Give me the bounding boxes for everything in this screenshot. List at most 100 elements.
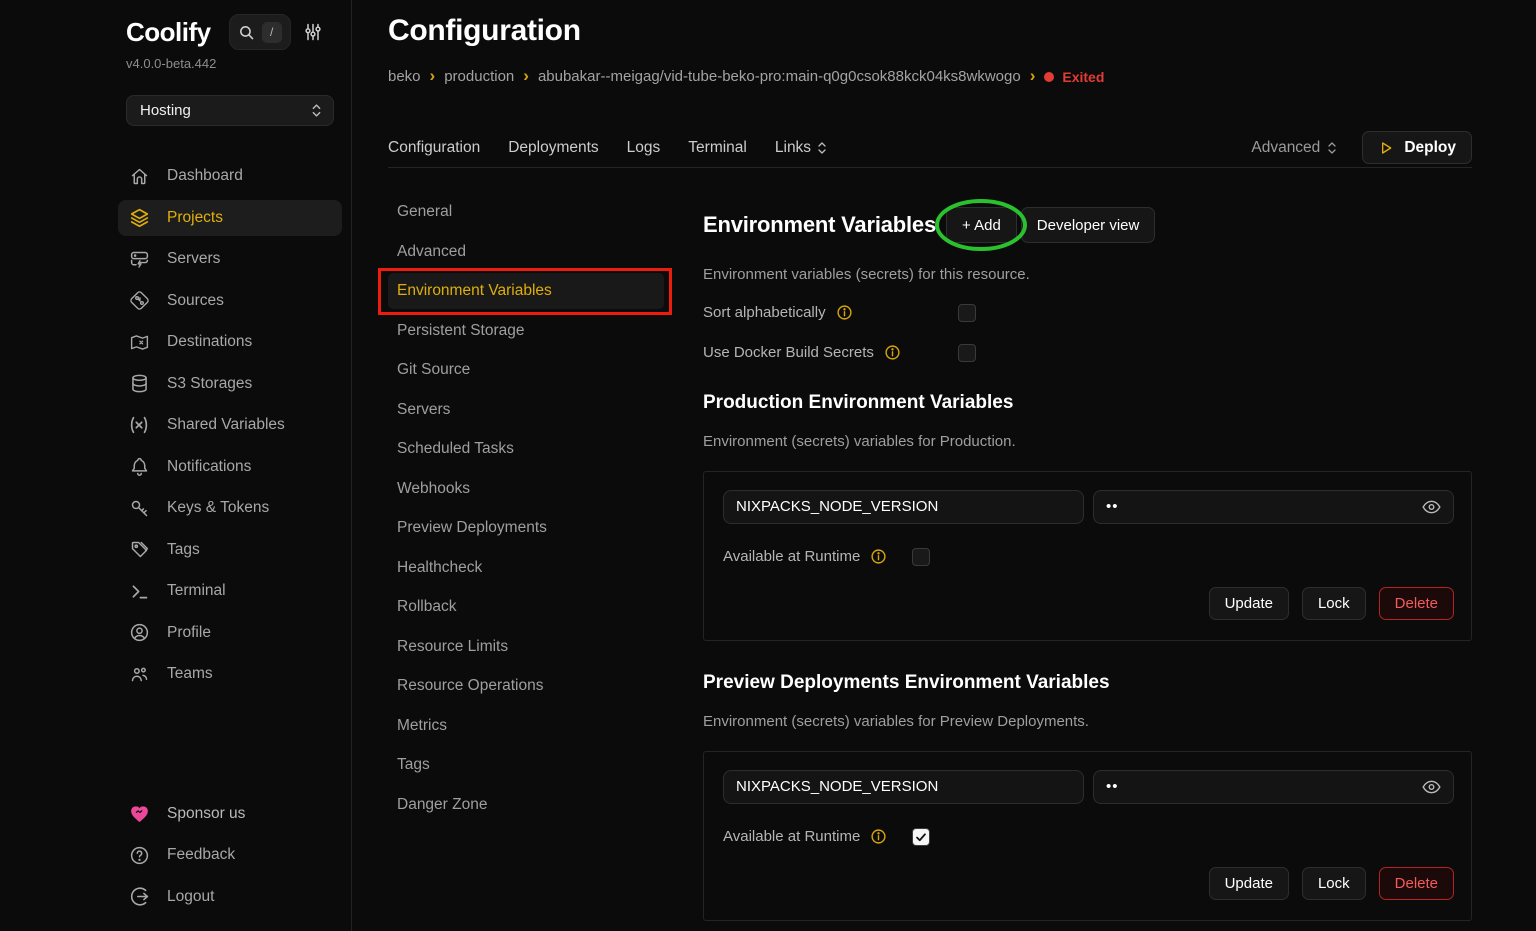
variable-name-input[interactable] bbox=[723, 490, 1084, 524]
tab-configuration[interactable]: Configuration bbox=[388, 139, 480, 157]
sidebar-item-label: Dashboard bbox=[167, 167, 243, 185]
info-icon[interactable] bbox=[884, 344, 901, 361]
sidebar-item-s3-storages[interactable]: S3 Storages bbox=[118, 366, 342, 402]
delete-button[interactable]: Delete bbox=[1379, 587, 1454, 620]
info-icon[interactable] bbox=[836, 304, 853, 321]
tab-deployments[interactable]: Deployments bbox=[508, 139, 598, 157]
sort-alphabetically-checkbox[interactable] bbox=[958, 304, 976, 322]
sidebar-item-sources[interactable]: Sources bbox=[118, 283, 342, 319]
variable-name-input[interactable] bbox=[723, 770, 1084, 804]
docker-build-secrets-label: Use Docker Build Secrets bbox=[703, 344, 874, 361]
variable-value-input[interactable] bbox=[1093, 770, 1454, 804]
variable-value-input[interactable] bbox=[1093, 490, 1454, 524]
subnav-danger-zone[interactable]: Danger Zone bbox=[388, 787, 664, 823]
sidebar-item-sponsor[interactable]: Sponsor us bbox=[118, 796, 342, 832]
available-at-runtime-checkbox[interactable] bbox=[912, 548, 930, 566]
sidebar-item-dashboard[interactable]: Dashboard bbox=[118, 158, 342, 194]
settings-sliders-icon[interactable] bbox=[303, 22, 323, 42]
update-button[interactable]: Update bbox=[1209, 867, 1289, 900]
subnav-label: Persistent Storage bbox=[397, 322, 525, 340]
map-icon bbox=[128, 331, 150, 353]
subnav-label: Resource Limits bbox=[397, 638, 508, 656]
tab-links[interactable]: Links bbox=[775, 139, 828, 157]
info-icon[interactable] bbox=[870, 828, 887, 845]
sidebar-item-keys-tokens[interactable]: Keys & Tokens bbox=[118, 490, 342, 526]
sidebar-item-profile[interactable]: Profile bbox=[118, 615, 342, 651]
subnav-metrics[interactable]: Metrics bbox=[388, 708, 664, 744]
sidebar-item-label: Projects bbox=[167, 209, 223, 227]
advanced-dropdown[interactable]: Advanced bbox=[1251, 139, 1338, 157]
preview-section-title: Preview Deployments Environment Variable… bbox=[703, 672, 1472, 694]
subnav-environment-variables[interactable]: Environment Variables bbox=[388, 273, 664, 309]
team-select[interactable]: Hosting bbox=[126, 95, 334, 126]
sidebar-item-label: Terminal bbox=[167, 582, 226, 600]
subnav-servers[interactable]: Servers bbox=[388, 392, 664, 428]
subnav-scheduled-tasks[interactable]: Scheduled Tasks bbox=[388, 431, 664, 467]
breadcrumb-environment[interactable]: production bbox=[444, 68, 514, 85]
subnav-label: Danger Zone bbox=[397, 796, 487, 814]
sidebar-item-teams[interactable]: Teams bbox=[118, 656, 342, 692]
resource-tabs: Configuration Deployments Logs Terminal … bbox=[388, 128, 1472, 168]
variable-icon bbox=[128, 414, 150, 436]
subnav-git-source[interactable]: Git Source bbox=[388, 352, 664, 388]
available-at-runtime-checkbox[interactable] bbox=[912, 828, 930, 846]
subnav-tags[interactable]: Tags bbox=[388, 747, 664, 783]
git-source-icon bbox=[128, 290, 150, 312]
subnav-preview-deployments[interactable]: Preview Deployments bbox=[388, 510, 664, 546]
eye-icon[interactable] bbox=[1421, 496, 1442, 517]
lock-button[interactable]: Lock bbox=[1302, 867, 1366, 900]
deploy-button[interactable]: Deploy bbox=[1362, 131, 1472, 164]
team-select-value: Hosting bbox=[140, 102, 191, 119]
subnav-healthcheck[interactable]: Healthcheck bbox=[388, 550, 664, 586]
sidebar-nav: Dashboard Projects Servers Sources Desti… bbox=[118, 158, 342, 698]
subnav-resource-limits[interactable]: Resource Limits bbox=[388, 629, 664, 665]
app-version: v4.0.0-beta.442 bbox=[126, 56, 342, 71]
sidebar-item-label: Tags bbox=[167, 541, 200, 559]
advanced-dropdown-label: Advanced bbox=[1251, 139, 1320, 157]
sidebar-item-tags[interactable]: Tags bbox=[118, 532, 342, 568]
sort-alphabetically-label: Sort alphabetically bbox=[703, 304, 826, 321]
sidebar-item-notifications[interactable]: Notifications bbox=[118, 449, 342, 485]
sidebar-item-label: Shared Variables bbox=[167, 416, 285, 434]
update-button[interactable]: Update bbox=[1209, 587, 1289, 620]
search-icon bbox=[238, 24, 255, 41]
subnav-rollback[interactable]: Rollback bbox=[388, 589, 664, 625]
breadcrumb-resource[interactable]: abubakar--meigag/vid-tube-beko-pro:main-… bbox=[538, 68, 1021, 85]
lock-button[interactable]: Lock bbox=[1302, 587, 1366, 620]
sidebar-item-label: Teams bbox=[167, 665, 213, 683]
breadcrumb-project[interactable]: beko bbox=[388, 68, 421, 85]
developer-view-button[interactable]: Developer view bbox=[1021, 207, 1156, 243]
info-icon[interactable] bbox=[870, 548, 887, 565]
subnav-label: Resource Operations bbox=[397, 677, 543, 695]
tab-logs[interactable]: Logs bbox=[627, 139, 661, 157]
sidebar-item-shared-variables[interactable]: Shared Variables bbox=[118, 407, 342, 443]
sidebar-item-servers[interactable]: Servers bbox=[118, 241, 342, 277]
env-vars-subtitle: Environment variables (secrets) for this… bbox=[703, 266, 1472, 283]
search-button[interactable]: / bbox=[229, 14, 291, 50]
breadcrumb: beko › production › abubakar--meigag/vid… bbox=[388, 68, 1472, 85]
subnav-label: Servers bbox=[397, 401, 450, 419]
subnav-persistent-storage[interactable]: Persistent Storage bbox=[388, 313, 664, 349]
users-icon bbox=[128, 663, 150, 685]
docker-build-secrets-checkbox[interactable] bbox=[958, 344, 976, 362]
delete-button[interactable]: Delete bbox=[1379, 867, 1454, 900]
sidebar-item-terminal[interactable]: Terminal bbox=[118, 573, 342, 609]
tab-terminal[interactable]: Terminal bbox=[688, 139, 747, 157]
chevron-updown-icon bbox=[816, 141, 828, 155]
logout-icon bbox=[128, 886, 150, 908]
sidebar-item-projects[interactable]: Projects bbox=[118, 200, 342, 236]
subnav-webhooks[interactable]: Webhooks bbox=[388, 471, 664, 507]
subnav-resource-operations[interactable]: Resource Operations bbox=[388, 668, 664, 704]
tab-links-label: Links bbox=[775, 139, 811, 157]
subnav-advanced[interactable]: Advanced bbox=[388, 234, 664, 270]
sidebar-item-feedback[interactable]: Feedback bbox=[118, 837, 342, 873]
bell-icon bbox=[128, 456, 150, 478]
subnav-general[interactable]: General bbox=[388, 194, 664, 230]
eye-icon[interactable] bbox=[1421, 776, 1442, 797]
sidebar-item-destinations[interactable]: Destinations bbox=[118, 324, 342, 360]
preview-variable-card: Available at Runtime Update Lock Delete bbox=[703, 751, 1472, 921]
search-shortcut-key: / bbox=[262, 22, 282, 43]
available-at-runtime-label: Available at Runtime bbox=[723, 828, 860, 845]
sidebar-item-logout[interactable]: Logout bbox=[118, 879, 342, 915]
add-variable-button[interactable]: + Add bbox=[946, 207, 1017, 243]
